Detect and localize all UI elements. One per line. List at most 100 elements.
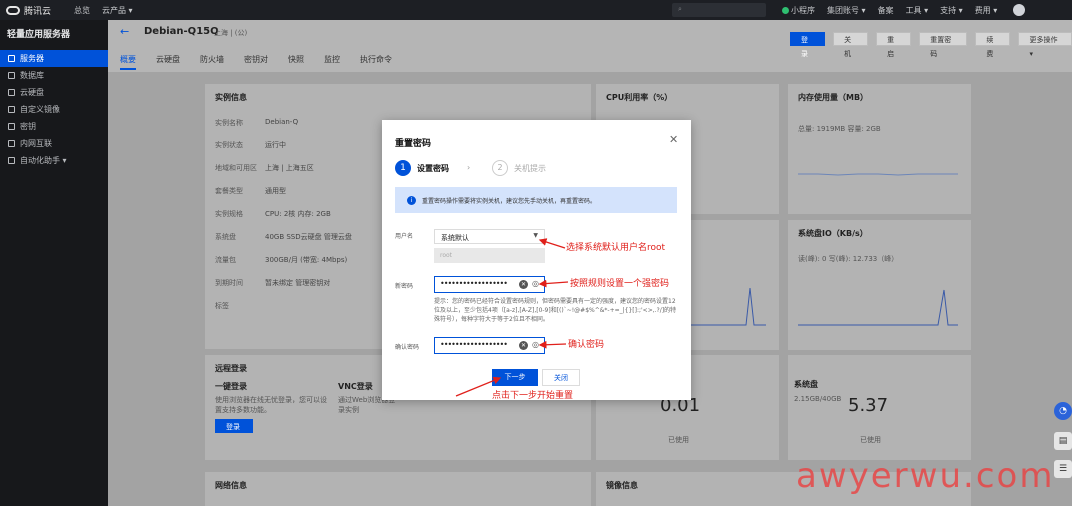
reset-password-dialog: 重置密码 ✕ 1 设置密码 › 2 关机提示 i 重置密码操作需要将实例关机，建…: [382, 120, 691, 400]
avatar[interactable]: [1013, 4, 1026, 16]
username-label: 用户名: [395, 233, 414, 240]
tab-monitor[interactable]: 监控: [324, 54, 340, 70]
nav-beian[interactable]: 备案: [878, 5, 894, 16]
image-icon: [8, 106, 15, 113]
sidebar-title: 轻量应用服务器: [7, 30, 71, 40]
sidebar-item-database[interactable]: 数据库: [0, 67, 108, 84]
info-row: 地域和可用区 上海 | 上海五区: [215, 164, 314, 172]
one-click-title: 一键登录: [215, 382, 247, 391]
more-actions-button[interactable]: 更多操作 ▾: [1018, 32, 1072, 58]
nav-tools[interactable]: 工具 ▾: [906, 5, 929, 16]
tab-snapshot[interactable]: 快照: [288, 54, 304, 70]
new-password-input[interactable]: •••••••••••••••••• ✕ ◎: [434, 276, 545, 293]
instance-info-title: 实例信息: [215, 93, 247, 102]
clear-icon[interactable]: ✕: [519, 280, 528, 289]
info-row: 系统盘 40GB SSD云硬盘 管理云盘: [215, 233, 352, 241]
step2-label: 关机提示: [514, 163, 546, 173]
system-disk-used-label: 已使用: [860, 436, 881, 444]
memory-sparkline: [798, 173, 958, 176]
disk-io-title: 系统盘IO（KB/s）: [798, 229, 868, 238]
system-disk-title: 系统盘: [794, 380, 818, 389]
info-row: 标签: [215, 302, 229, 310]
tab-keypair[interactable]: 密钥对: [244, 54, 268, 70]
shutdown-button[interactable]: 关机: [833, 32, 869, 58]
nav-products[interactable]: 云产品 ▾: [102, 5, 133, 16]
tab-firewall[interactable]: 防火墙: [200, 54, 224, 70]
confirm-password-label: 确认密码: [395, 344, 420, 351]
confirm-password-input[interactable]: •••••••••••••••••• ✕ ◎: [434, 337, 545, 354]
page-header: ← Debian-Q15Q 上海 | (公) 登录 关机 重启 重置密码 续费 …: [108, 20, 1072, 72]
one-click-login-button[interactable]: 登录: [215, 419, 253, 433]
nav-overview[interactable]: 总览: [74, 5, 90, 16]
nav-group-account[interactable]: 集团账号 ▾: [827, 5, 866, 16]
brand-name: 腾讯云: [24, 6, 52, 17]
info-row: 实例名称 Debian-Q: [215, 118, 299, 127]
annotation-username: 选择系统默认用户名root: [566, 243, 666, 253]
nav-support[interactable]: 支持 ▾: [940, 5, 963, 16]
memory-stats: 总量: 1919MB 容量: 2GB: [798, 125, 881, 133]
chevron-right-icon: ›: [467, 163, 471, 172]
username-readonly-field: root: [434, 248, 545, 263]
tab-overview[interactable]: 概要: [120, 54, 136, 70]
tab-disk[interactable]: 云硬盘: [156, 54, 180, 70]
annotation-confirm-password: 确认密码: [568, 340, 605, 350]
eye-off-icon[interactable]: ◎: [532, 279, 539, 288]
info-row: 套餐类型 通用型: [215, 187, 286, 195]
close-icon[interactable]: ✕: [669, 133, 678, 146]
info-row: 实例状态 运行中: [215, 141, 286, 149]
info-row: 流量包 300GB/月 (带宽: 4Mbps): [215, 256, 348, 264]
remote-login-title: 远程登录: [215, 364, 247, 373]
annotation-next-step: 点击下一步开始重置: [492, 391, 574, 401]
username-select[interactable]: 系统默认 ▼: [434, 229, 545, 244]
help-float-button[interactable]: ◔: [1054, 402, 1072, 420]
restart-button[interactable]: 重启: [876, 32, 912, 58]
sidebar-item-automation[interactable]: 自动化助手 ▾: [0, 152, 108, 169]
miniprogram-icon: [782, 6, 789, 14]
cloud-logo-icon: [6, 5, 20, 15]
system-disk-value: 5.37: [848, 395, 889, 416]
vnc-title: VNC登录: [338, 382, 373, 391]
memory-title: 内存使用量（MB）: [798, 93, 869, 102]
database-icon: [8, 72, 15, 79]
nav-miniprogram[interactable]: 小程序: [782, 5, 815, 16]
disk-icon: [8, 89, 15, 96]
sidebar-item-images[interactable]: 自定义镜像: [0, 101, 108, 118]
login-button[interactable]: 登录: [790, 32, 826, 58]
eye-off-icon[interactable]: ◎: [532, 340, 539, 349]
disk-io-stats: 读(峰): 0 写(峰): 12.733（峰）: [798, 255, 899, 263]
system-disk-usage: 2.15GB/40GB: [794, 395, 842, 403]
docs-float-icon[interactable]: ▤: [1054, 432, 1072, 450]
tab-command[interactable]: 执行命令: [360, 54, 392, 70]
sidebar-item-servers[interactable]: 服务器: [0, 50, 108, 67]
renew-button[interactable]: 续费: [975, 32, 1011, 58]
annotation-new-password: 按照规则设置一个强密码: [570, 279, 670, 289]
disk-io-card: 系统盘IO（KB/s） 读(峰): 0 写(峰): 12.733（峰）: [788, 220, 971, 350]
reset-password-button[interactable]: 重置密码: [919, 32, 968, 58]
next-step-button[interactable]: 下一步: [492, 369, 538, 386]
nav-billing[interactable]: 费用 ▾: [975, 5, 998, 16]
step1-number: 1: [395, 160, 411, 176]
back-arrow-icon[interactable]: ←: [120, 25, 129, 38]
sidebar-item-keys[interactable]: 密钥: [0, 118, 108, 135]
caret-down-icon: ▼: [533, 232, 538, 239]
password-hint: 提示：您的密码已经符合设置密码规则，但密码需要具有一定的强度，建议您的密码设置1…: [434, 298, 677, 323]
sidebar-item-intranet[interactable]: 内网互联: [0, 135, 108, 152]
system-disk-card: 系统盘 2.15GB/40GB 5.37 已使用: [788, 355, 971, 460]
info-row: 到期时间 暂未绑定 管理密钥对: [215, 279, 331, 287]
info-alert: i 重置密码操作需要将实例关机，建议您先手动关机，再重置密码。: [395, 187, 677, 213]
confirm-password-value: ••••••••••••••••••: [440, 340, 508, 349]
search-input[interactable]: ⌕: [672, 3, 766, 17]
info-icon: i: [407, 195, 416, 205]
clear-icon[interactable]: ✕: [519, 341, 528, 350]
one-click-desc: 使用浏览器在线无忧登录，您可以设置支持多数功能。: [215, 396, 327, 414]
new-password-label: 新密码: [395, 283, 414, 290]
sidebar-item-disk[interactable]: 云硬盘: [0, 84, 108, 101]
instance-region: 上海 | (公): [214, 29, 248, 37]
brand-logo[interactable]: 腾讯云: [0, 4, 64, 17]
disk-io-sparkline: [798, 289, 958, 326]
info-row: 实例规格 CPU: 2核 内存: 2GB: [215, 210, 331, 218]
network-icon: [8, 140, 15, 147]
list-float-icon[interactable]: ☰: [1054, 460, 1072, 478]
cpu-title: CPU利用率（%）: [606, 93, 673, 102]
close-dialog-button[interactable]: 关闭: [542, 369, 580, 386]
